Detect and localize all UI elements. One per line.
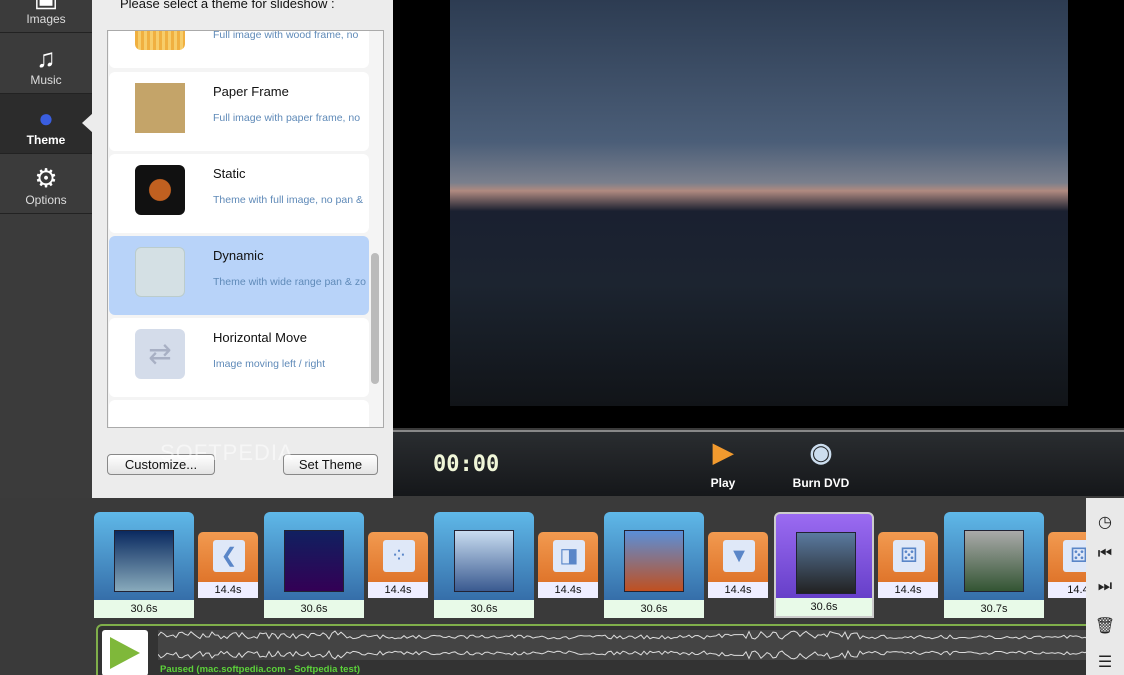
static-thumbnail bbox=[135, 165, 185, 215]
clock-icon[interactable]: ◷ bbox=[1086, 512, 1124, 532]
sidebar-item-music[interactable]: ♫ Music bbox=[0, 34, 92, 94]
transition-clip[interactable]: ❮ 14.4s bbox=[198, 532, 258, 598]
transition-icon: ⁘ bbox=[383, 540, 415, 572]
transition-clip[interactable]: ⚄ 14.4s bbox=[878, 532, 938, 598]
arrows-thumbnail: ⇄ bbox=[135, 329, 185, 379]
transition-clip[interactable]: ▼ 14.4s bbox=[708, 532, 768, 598]
sidebar: ▣Images ♫Music ●Theme ⚙Options bbox=[0, 0, 92, 498]
burn-dvd-button[interactable]: ◉ Burn DVD bbox=[791, 438, 851, 490]
slide-duration: 30.6s bbox=[94, 600, 194, 618]
audio-status: Paused (mac.softpedia.com - Softpedia te… bbox=[160, 664, 360, 675]
timeline: 30.6s 30.6s 30.6s 30.6s 30.6s 30.7s ❮ 14.4s ⁘ 14.… bbox=[92, 498, 1086, 675]
slide-thumbnail bbox=[796, 532, 856, 594]
numbered-list-icon[interactable]: ☰ bbox=[1086, 652, 1124, 672]
theme-item-paper-frame[interactable]: Paper Frame Full image with paper frame, … bbox=[109, 72, 369, 151]
audio-track: Paused (mac.softpedia.com - Softpedia te… bbox=[96, 624, 1086, 675]
transition-duration: 14.4s bbox=[538, 582, 598, 598]
theme-item-dynamic[interactable]: Dynamic Theme with wide range pan & zo bbox=[109, 236, 369, 315]
theme-prompt: Please select a theme for slideshow : bbox=[120, 0, 335, 11]
slide-duration: 30.6s bbox=[434, 600, 534, 618]
slide-duration: 30.6s bbox=[264, 600, 364, 618]
transition-icon: ◨ bbox=[553, 540, 585, 572]
music-note-icon: ♫ bbox=[0, 44, 92, 72]
transition-clip[interactable]: ⁘ 14.4s bbox=[368, 532, 428, 598]
preview-image bbox=[450, 0, 1068, 406]
slide-clip[interactable]: 30.6s bbox=[774, 512, 874, 618]
transition-duration: 14.4 bbox=[1048, 582, 1086, 598]
theme-list-scrollbar[interactable] bbox=[371, 253, 379, 384]
image-icon: ▣ bbox=[0, 0, 92, 11]
slide-thumbnail bbox=[964, 530, 1024, 592]
slide-clip[interactable]: 30.6s bbox=[434, 512, 534, 618]
sidebar-item-theme[interactable]: ● Theme bbox=[0, 94, 92, 154]
control-bar: 00:00 ▶ Play ◉ Burn DVD bbox=[393, 430, 1124, 496]
gear-icon: ⚙ bbox=[0, 164, 92, 192]
dynamic-thumbnail bbox=[135, 247, 185, 297]
transition-duration: 14.4s bbox=[878, 582, 938, 598]
theme-item-next[interactable] bbox=[109, 400, 369, 428]
sidebar-item-images[interactable]: ▣Images bbox=[0, 0, 92, 33]
slide-duration: 30.6s bbox=[776, 598, 872, 616]
palette-icon: ● bbox=[0, 104, 92, 132]
theme-item-wood[interactable]: Full image with wood frame, no bbox=[109, 30, 369, 68]
timeline-toolbar: ◷ ⏮ ⏭ 🗑 ☰ bbox=[1086, 498, 1124, 675]
slide-clip[interactable]: 30.6s bbox=[604, 512, 704, 618]
transition-icon: ❮ bbox=[213, 540, 245, 572]
theme-item-horizontal-move[interactable]: ⇄ Horizontal Move Image moving left / righ… bbox=[109, 318, 369, 397]
play-icon: ▶ bbox=[703, 438, 743, 466]
transition-icon: ▼ bbox=[723, 540, 755, 572]
skip-back-icon[interactable]: ⏮ bbox=[1086, 545, 1124, 563]
wood-frame-thumbnail bbox=[135, 30, 185, 50]
softpedia-watermark: SOFTPEDIA bbox=[160, 440, 294, 466]
sidebar-item-options[interactable]: ⚙ Options bbox=[0, 154, 92, 214]
play-icon bbox=[110, 637, 140, 669]
slide-thumbnail bbox=[454, 530, 514, 592]
theme-list[interactable]: Full image with wood frame, no Paper Fra… bbox=[107, 30, 384, 428]
theme-item-static[interactable]: Static Theme with full image, no pan & bbox=[109, 154, 369, 233]
slide-clip[interactable]: 30.7s bbox=[944, 512, 1044, 618]
transition-clip[interactable]: ⚄ 14.4 bbox=[1048, 532, 1086, 598]
slide-thumbnail bbox=[624, 530, 684, 592]
trash-icon[interactable]: 🗑 bbox=[1086, 616, 1124, 636]
transition-clip[interactable]: ◨ 14.4s bbox=[538, 532, 598, 598]
transition-duration: 14.4s bbox=[368, 582, 428, 598]
paper-frame-thumbnail bbox=[135, 83, 185, 133]
transition-duration: 14.4s bbox=[198, 582, 258, 598]
dvd-icon: ◉ bbox=[791, 438, 851, 466]
slide-thumbnail bbox=[284, 530, 344, 592]
transition-duration: 14.4s bbox=[708, 582, 768, 598]
audio-waveform bbox=[158, 630, 1086, 660]
play-button[interactable]: ▶ Play bbox=[703, 438, 743, 490]
slide-duration: 30.7s bbox=[944, 600, 1044, 618]
timer-display: 00:00 bbox=[433, 452, 499, 477]
transition-icon: ⚄ bbox=[1063, 540, 1086, 572]
skip-forward-icon[interactable]: ⏭ bbox=[1086, 578, 1124, 596]
audio-play-button[interactable] bbox=[102, 630, 148, 675]
slide-thumbnail bbox=[114, 530, 174, 592]
selection-pointer bbox=[82, 113, 93, 133]
slide-clip[interactable]: 30.6s bbox=[264, 512, 364, 618]
slide-clip[interactable]: 30.6s bbox=[94, 512, 194, 618]
set-theme-button[interactable]: Set Theme bbox=[283, 454, 378, 475]
transition-icon: ⚄ bbox=[893, 540, 925, 572]
slide-duration: 30.6s bbox=[604, 600, 704, 618]
preview-area bbox=[393, 0, 1124, 428]
